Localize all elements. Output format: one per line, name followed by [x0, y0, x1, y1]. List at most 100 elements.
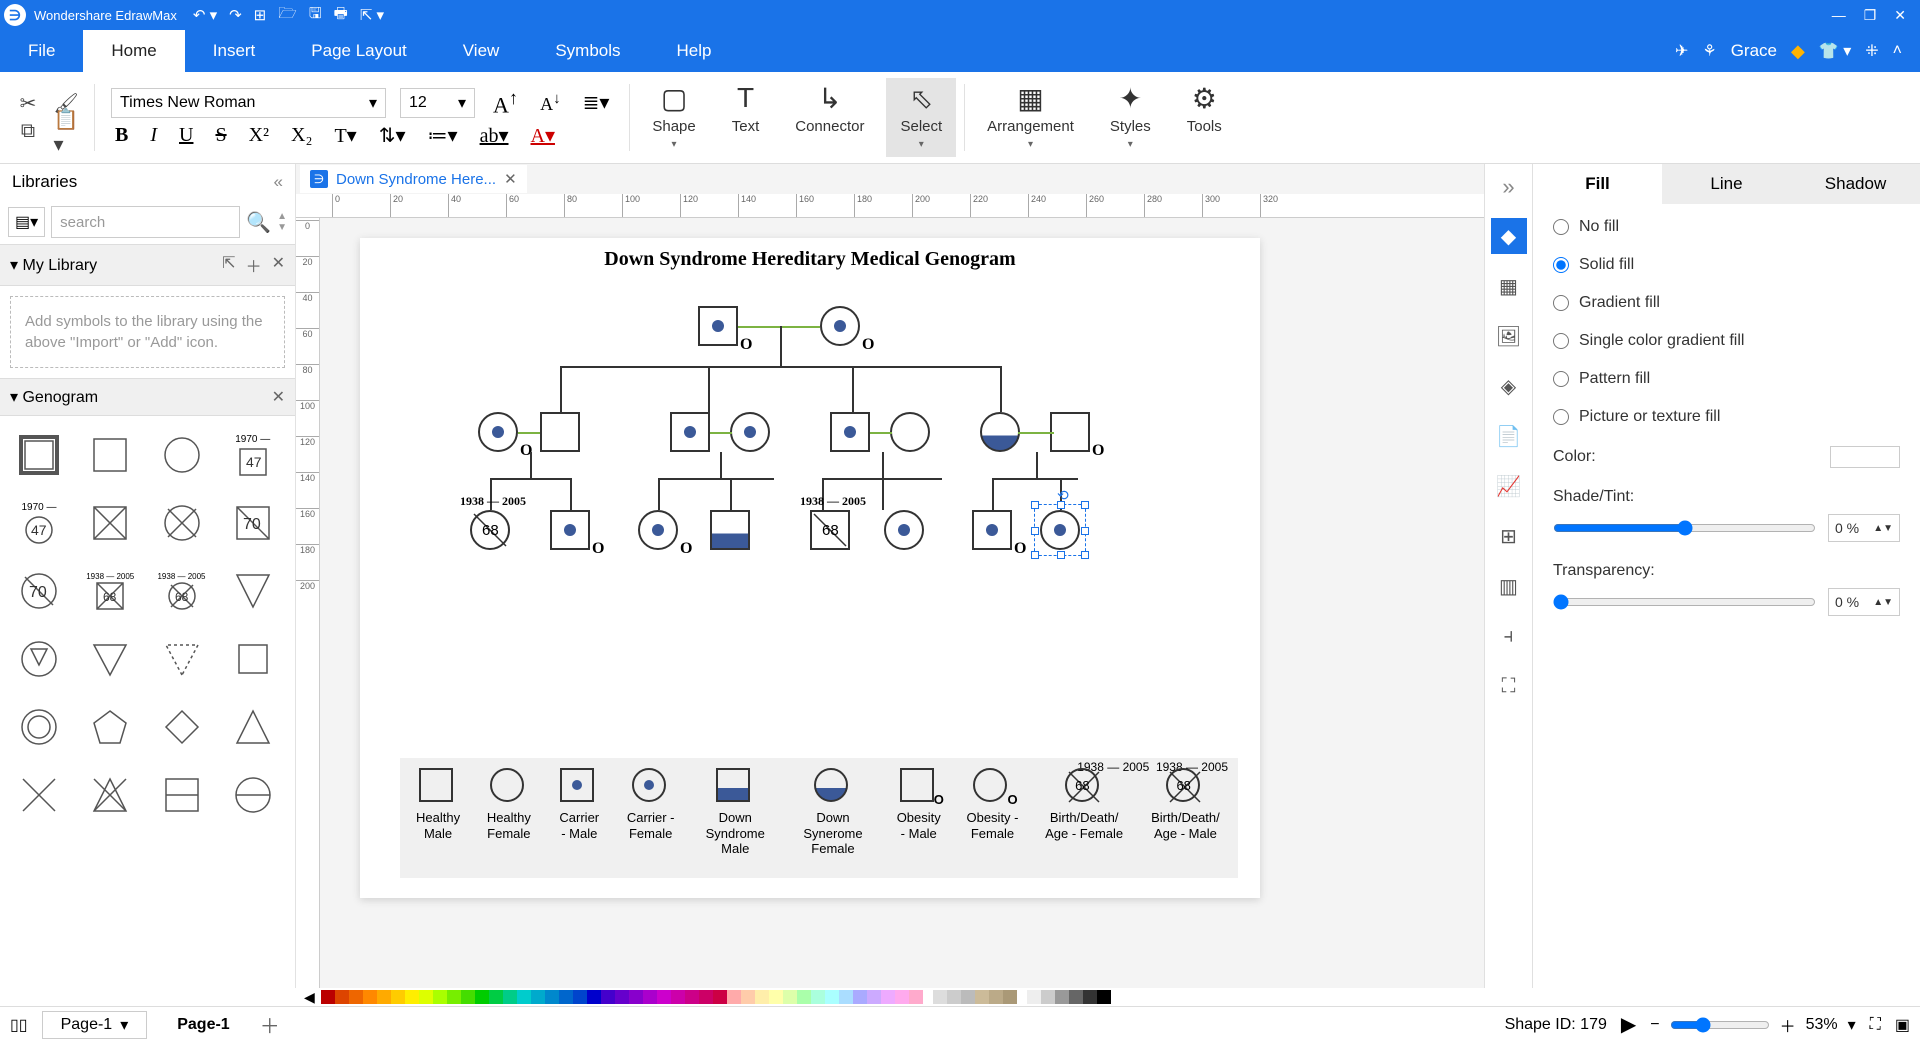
geno-female-carrier[interactable]	[638, 510, 678, 550]
export-icon[interactable]: ⇱ ▾	[360, 6, 384, 24]
document-tab[interactable]: ∋ Down Syndrome Here... ✕	[300, 165, 527, 193]
search-icon[interactable]: 🔍	[246, 210, 271, 235]
apps-icon[interactable]: ⁜	[1865, 41, 1878, 61]
share-icon[interactable]: ⚘	[1702, 41, 1716, 61]
undo-icon[interactable]: ↶ ▾	[193, 6, 217, 24]
lib-shape[interactable]	[153, 426, 211, 484]
close-icon[interactable]: ✕	[1894, 7, 1906, 24]
geno-female-carrier[interactable]	[820, 306, 860, 346]
strikethrough-icon[interactable]: S	[211, 124, 230, 147]
geno-deceased-female[interactable]: 68	[470, 510, 510, 550]
fill-tool-icon[interactable]: ◆	[1491, 218, 1527, 254]
geno-male-carrier[interactable]	[550, 510, 590, 550]
save-icon[interactable]: 🖫	[309, 3, 322, 28]
geno-deceased-male[interactable]: 68	[810, 510, 850, 550]
fit-page-icon[interactable]: ⛶	[1870, 1016, 1881, 1034]
line-spacing-icon[interactable]: ⇅▾	[375, 123, 410, 148]
chart-tool-icon[interactable]: 📈	[1491, 468, 1527, 504]
align-icon[interactable]: ≣▾	[579, 90, 614, 115]
decrease-font-icon[interactable]: A↓	[536, 90, 565, 115]
menu-home[interactable]: Home	[83, 30, 184, 72]
fill-option-gradient[interactable]: Gradient fill	[1553, 294, 1900, 312]
lib-shape[interactable]	[10, 766, 68, 824]
transparency-value[interactable]: 0 %▲▼	[1828, 588, 1900, 616]
lib-shape[interactable]	[81, 766, 139, 824]
lib-shape[interactable]	[81, 494, 139, 552]
user-name[interactable]: Grace	[1731, 41, 1777, 61]
zoom-in-icon[interactable]: ＋	[1780, 1013, 1796, 1037]
tab-line[interactable]: Line	[1662, 164, 1791, 204]
increase-font-icon[interactable]: A↑	[489, 87, 522, 118]
close-tab-icon[interactable]: ✕	[504, 170, 517, 188]
font-color-icon[interactable]: A▾	[527, 123, 559, 148]
geno-male-affected[interactable]	[710, 510, 750, 550]
lib-shape[interactable]	[10, 426, 68, 484]
menu-symbols[interactable]: Symbols	[527, 30, 648, 72]
select-tool[interactable]: ⬁Select▾	[886, 78, 956, 157]
lib-shape[interactable]: 1970 —47	[224, 426, 282, 484]
library-picker-icon[interactable]: ▤▾	[8, 207, 45, 237]
menu-help[interactable]: Help	[649, 30, 740, 72]
collapse-panel-icon[interactable]: «	[274, 172, 283, 192]
table-tool-icon[interactable]: ⊞	[1491, 518, 1527, 554]
copy-icon[interactable]: ⧉	[16, 120, 40, 144]
italic-icon[interactable]: I	[146, 124, 161, 147]
fill-option-picture[interactable]: Picture or texture fill	[1553, 408, 1900, 426]
tab-shadow[interactable]: Shadow	[1791, 164, 1920, 204]
lib-shape[interactable]	[153, 698, 211, 756]
page-tool-icon[interactable]: 📄	[1491, 418, 1527, 454]
geno-female-carrier[interactable]	[478, 412, 518, 452]
menu-insert[interactable]: Insert	[185, 30, 284, 72]
import-lib-icon[interactable]: ⇱	[222, 253, 235, 277]
geno-male-carrier[interactable]	[830, 412, 870, 452]
geno-male-carrier[interactable]	[698, 306, 738, 346]
font-family-select[interactable]: Times New Roman▾	[111, 88, 386, 118]
lib-shape[interactable]	[81, 630, 139, 688]
zoom-out-icon[interactable]: −	[1650, 1016, 1659, 1034]
geno-female-affected[interactable]	[980, 412, 1020, 452]
text-tool[interactable]: TText	[718, 78, 774, 157]
tools-tool[interactable]: ⚙Tools	[1173, 78, 1236, 157]
layers-tool-icon[interactable]: ◈	[1491, 368, 1527, 404]
arrangement-tool[interactable]: ▦Arrangement▾	[973, 78, 1088, 157]
misc-tool-icon[interactable]: ⛶	[1491, 668, 1527, 704]
print-icon[interactable]: 🖶	[334, 3, 348, 28]
tab-fill[interactable]: Fill	[1533, 164, 1662, 204]
send-icon[interactable]: ✈	[1675, 41, 1688, 61]
geno-male-healthy[interactable]	[1050, 412, 1090, 452]
lib-shape[interactable]	[224, 630, 282, 688]
fill-option-single-gradient[interactable]: Single color gradient fill	[1553, 332, 1900, 350]
align-tool-icon[interactable]: ⫞	[1491, 618, 1527, 654]
expand-panel-icon[interactable]: »	[1498, 170, 1518, 204]
color-palette[interactable]: ◀	[296, 988, 1920, 1006]
lib-shape[interactable]: 1938 — 200568	[81, 562, 139, 620]
lib-shape[interactable]	[153, 494, 211, 552]
menu-file[interactable]: File	[0, 30, 83, 72]
geno-female-carrier[interactable]	[730, 412, 770, 452]
shape-tool[interactable]: ▢Shape▾	[638, 78, 709, 157]
color-swatch[interactable]	[1830, 446, 1900, 468]
fill-option-pattern[interactable]: Pattern fill	[1553, 370, 1900, 388]
open-icon[interactable]: 🗁	[278, 3, 297, 28]
lib-shape[interactable]	[224, 698, 282, 756]
menu-page-layout[interactable]: Page Layout	[283, 30, 434, 72]
redo-icon[interactable]: ↷	[229, 6, 242, 24]
geno-male-healthy[interactable]	[540, 412, 580, 452]
bold-icon[interactable]: B	[111, 124, 132, 147]
add-page-icon[interactable]: ＋	[260, 1010, 280, 1039]
lib-shape[interactable]	[81, 426, 139, 484]
geno-male-carrier[interactable]	[670, 412, 710, 452]
lib-shape[interactable]	[153, 630, 211, 688]
grid-tool-icon[interactable]: ▦	[1491, 268, 1527, 304]
layout-tool-icon[interactable]: ▥	[1491, 568, 1527, 604]
lib-shape[interactable]: 1938 — 200568	[153, 562, 211, 620]
geno-female-carrier[interactable]	[884, 510, 924, 550]
highlight-icon[interactable]: ab▾	[476, 123, 513, 148]
maximize-icon[interactable]: ❐	[1864, 7, 1877, 24]
underline-icon[interactable]: U	[175, 124, 197, 147]
lib-shape[interactable]: 70	[224, 494, 282, 552]
lib-shape[interactable]	[153, 766, 211, 824]
lib-shape[interactable]	[10, 630, 68, 688]
bullets-icon[interactable]: ≔▾	[424, 123, 462, 148]
lib-shape[interactable]	[81, 698, 139, 756]
